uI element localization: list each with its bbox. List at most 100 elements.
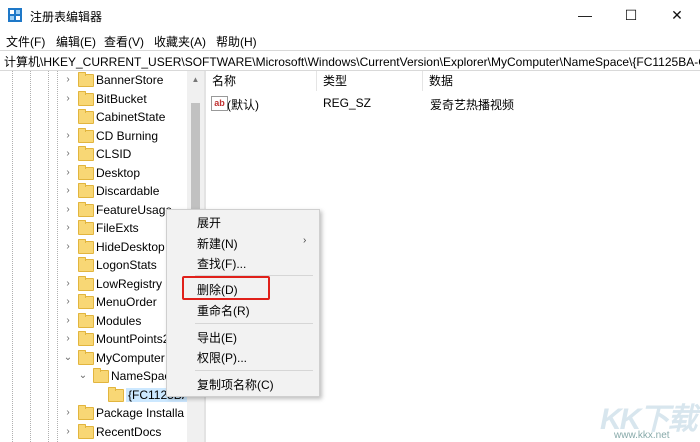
menu-item-find[interactable]: 查找(F)...: [197, 255, 246, 272]
expand-chevron-icon[interactable]: ›: [63, 147, 73, 161]
tree-item-cd-burning[interactable]: › CD Burning: [0, 127, 187, 145]
folder-icon: [78, 423, 94, 439]
tree-item-label: Package Installa: [96, 406, 185, 420]
folder-icon: [78, 294, 94, 309]
tree-item-lowregistry[interactable]: › LowRegistry: [0, 275, 187, 293]
expand-chevron-icon[interactable]: ›: [63, 166, 73, 180]
tree-item-label: CLSID: [96, 147, 132, 161]
key-tree: › BannerStore › BitBucket CabinetState ›…: [0, 71, 187, 442]
tree-item-featureusage[interactable]: › FeatureUsage: [0, 201, 187, 219]
menu-file[interactable]: 文件(F): [6, 33, 45, 50]
tree-item-modules[interactable]: › Modules: [0, 312, 187, 330]
column-header-data[interactable]: 数据: [423, 71, 700, 91]
delete-highlight-box: [182, 276, 270, 300]
expand-chevron-icon[interactable]: ›: [63, 129, 73, 143]
expand-chevron-icon[interactable]: ›: [63, 314, 73, 328]
minimize-icon: —: [578, 7, 592, 23]
tree-item-label: Desktop: [96, 165, 141, 180]
expand-chevron-icon[interactable]: ›: [63, 406, 73, 420]
regedit-app-icon: [8, 8, 22, 22]
menu-item-rename[interactable]: 重命名(R): [197, 302, 250, 319]
column-header-type[interactable]: 类型: [317, 71, 423, 91]
column-header-name[interactable]: 名称: [206, 71, 317, 91]
tree-item-label: MyComputer: [96, 350, 165, 365]
maximize-icon: ☐: [624, 7, 638, 23]
menu-favorites[interactable]: 收藏夹(A): [154, 33, 206, 50]
folder-icon: [78, 201, 94, 217]
expand-chevron-icon[interactable]: ›: [63, 277, 73, 291]
submenu-arrow-icon: ›: [303, 235, 307, 246]
folder-icon: [78, 220, 94, 235]
menu-item-new[interactable]: 新建(N): [197, 235, 238, 252]
tree-item-package-installation[interactable]: › Package Installa: [0, 404, 187, 422]
folder-icon: [78, 146, 94, 161]
menu-edit[interactable]: 编辑(E): [56, 33, 96, 50]
tree-item-label: CabinetState: [96, 110, 166, 124]
address-path: 计算机\HKEY_CURRENT_USER\SOFTWARE\Microsoft…: [4, 55, 700, 69]
tree-item-bannerstore[interactable]: › BannerStore: [0, 71, 187, 89]
expand-chevron-icon[interactable]: ›: [63, 295, 73, 309]
menu-help[interactable]: 帮助(H): [216, 33, 257, 50]
folder-icon: [78, 405, 94, 420]
scroll-thumb[interactable]: [191, 103, 200, 223]
tree-item-label: LogonStats: [96, 258, 157, 272]
expand-chevron-icon[interactable]: ›: [63, 240, 73, 254]
tree-item-label: Modules: [96, 313, 142, 328]
expand-chevron-icon[interactable]: ›: [63, 184, 73, 198]
folder-icon: [93, 368, 109, 383]
expand-chevron-icon[interactable]: ›: [63, 73, 73, 87]
maximize-button[interactable]: ☐: [608, 0, 654, 30]
folder-icon: [78, 72, 94, 87]
folder-icon: [78, 238, 94, 254]
expand-chevron-icon[interactable]: ›: [63, 332, 73, 346]
menu-item-permissions[interactable]: 权限(P)...: [197, 349, 247, 366]
tree-item-fc1125ba[interactable]: {FC1125BA-C5: [0, 386, 187, 404]
tree-item-mycomputer[interactable]: ⌄ MyComputer: [0, 349, 187, 367]
tree-item-logonstats[interactable]: LogonStats: [0, 256, 187, 274]
expand-chevron-icon[interactable]: ›: [63, 92, 73, 106]
expand-chevron-icon[interactable]: ›: [63, 221, 73, 235]
expand-chevron-icon[interactable]: ›: [63, 425, 73, 439]
folder-icon: [108, 386, 124, 402]
tree-item-label: HideDesktop: [96, 239, 165, 254]
menu-view[interactable]: 查看(V): [104, 33, 144, 50]
tree-item-clsid[interactable]: › CLSID: [0, 145, 187, 163]
tree-item-label: LowRegistry: [96, 276, 163, 291]
tree-item-menuorder[interactable]: › MenuOrder: [0, 293, 187, 311]
window-title: 注册表编辑器: [30, 10, 103, 24]
scroll-up-arrow-icon[interactable]: ▲: [187, 71, 204, 88]
folder-icon: [78, 127, 94, 143]
string-value-icon: ab: [211, 96, 228, 111]
folder-icon: [78, 257, 94, 272]
expand-chevron-icon[interactable]: ›: [63, 203, 73, 217]
menu-bar: 文件(F) 编辑(E) 查看(V) 收藏夹(A) 帮助(H): [0, 30, 700, 50]
menu-separator: [195, 323, 313, 324]
close-button[interactable]: ✕: [654, 0, 700, 30]
tree-item-cabinetstate[interactable]: CabinetState: [0, 108, 187, 126]
tree-item-desktop[interactable]: › Desktop: [0, 164, 187, 182]
folder-icon: [78, 331, 94, 346]
collapse-chevron-icon[interactable]: ⌄: [63, 351, 73, 365]
value-data: 爱奇艺热播视频: [430, 98, 515, 112]
tree-item-bitbucket[interactable]: › BitBucket: [0, 90, 187, 108]
menu-item-copy-key-name[interactable]: 复制项名称(C): [197, 376, 274, 393]
address-bar[interactable]: 计算机\HKEY_CURRENT_USER\SOFTWARE\Microsoft…: [0, 50, 700, 71]
value-row[interactable]: ab (默认) REG_SZ 爱奇艺热播视频: [206, 93, 700, 113]
folder-icon: [78, 312, 94, 328]
tree-item-fileexts[interactable]: › FileExts: [0, 219, 187, 237]
tree-item-label: CD Burning: [96, 128, 159, 143]
tree-item-label: Discardable: [96, 184, 160, 198]
tree-item-discardable[interactable]: › Discardable: [0, 182, 187, 200]
tree-item-recentdocs[interactable]: › RecentDocs: [0, 423, 187, 441]
tree-item-mountpoints2[interactable]: › MountPoints2: [0, 330, 187, 348]
watermark-url: www.kkx.net: [614, 430, 670, 441]
tree-item-label: MountPoints2: [96, 332, 170, 346]
collapse-chevron-icon[interactable]: ⌄: [78, 369, 88, 383]
menu-item-export[interactable]: 导出(E): [197, 329, 237, 346]
tree-item-hidedesktop[interactable]: › HideDesktop: [0, 238, 187, 256]
folder-icon: [78, 275, 94, 291]
menu-item-expand[interactable]: 展开: [197, 214, 221, 231]
tree-item-namespace[interactable]: ⌄ NameSpace: [0, 367, 187, 385]
title-bar: 注册表编辑器 — ☐ ✕: [0, 0, 700, 30]
minimize-button[interactable]: —: [562, 0, 608, 30]
